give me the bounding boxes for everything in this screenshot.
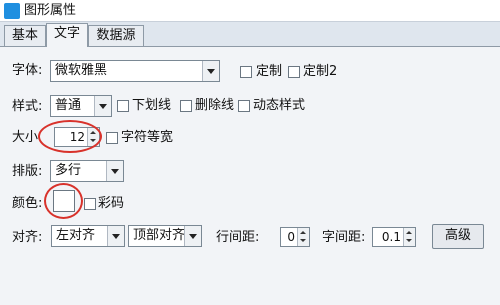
char-spacing-value: 0.1 [381,230,401,244]
line-spacing-value: 0 [287,230,295,244]
strikethrough-checkbox[interactable] [180,100,192,112]
style-select[interactable]: 普通 [50,95,112,117]
layout-label: 排版: [12,164,43,179]
style-select-value: 普通 [55,98,82,113]
vertical-align-select[interactable]: 顶部对齐 [128,225,202,247]
chevron-down-icon [107,226,124,246]
line-spacing-spinner[interactable]: 0 [280,227,310,247]
custom2-label: 定制2 [303,64,338,79]
underline-label: 下划线 [132,98,172,113]
spinner-arrows-icon[interactable] [297,228,309,246]
red-highlight-circle [38,120,102,153]
horizontal-align-select[interactable]: 左对齐 [51,225,125,247]
horizontal-align-value: 左对齐 [56,228,96,243]
color-code-checkbox[interactable] [84,198,96,210]
font-label: 字体: [12,63,43,78]
font-select[interactable]: 微软雅黑 [50,60,220,82]
chevron-down-icon [202,61,219,81]
color-code-label: 彩码 [98,196,125,211]
chevron-down-icon [106,161,123,181]
window-title: 图形属性 [24,3,77,18]
strikethrough-label: 删除线 [195,98,235,113]
font-select-value: 微软雅黑 [55,63,108,78]
app-icon [4,3,20,19]
color-label: 颜色: [12,196,43,211]
dynamic-style-checkbox[interactable] [238,100,250,112]
custom-label: 定制 [256,64,283,79]
style-label: 样式: [12,99,43,114]
line-spacing-label: 行间距: [216,230,260,245]
custom-checkbox[interactable] [240,66,252,78]
tab-basic[interactable]: 基本 [4,25,46,46]
layout-select-value: 多行 [55,163,82,178]
vertical-align-value: 顶部对齐 [133,228,186,243]
char-spacing-label: 字间距: [322,230,366,245]
chevron-down-icon [184,226,201,246]
layout-select[interactable]: 多行 [50,160,124,182]
custom2-checkbox[interactable] [288,66,300,78]
tab-text[interactable]: 文字 [46,23,88,47]
char-spacing-spinner[interactable]: 0.1 [372,227,416,247]
monospace-checkbox[interactable] [106,132,118,144]
spinner-arrows-icon[interactable] [403,228,415,246]
size-label: 大小 [12,130,39,145]
advanced-button[interactable]: 高级 [432,224,484,249]
dynamic-style-label: 动态样式 [253,98,306,113]
monospace-label: 字符等宽 [121,130,174,145]
chevron-down-icon [94,96,111,116]
align-label: 对齐: [12,230,43,245]
tab-datasource[interactable]: 数据源 [88,25,144,46]
underline-checkbox[interactable] [117,100,129,112]
red-highlight-circle [44,183,83,219]
